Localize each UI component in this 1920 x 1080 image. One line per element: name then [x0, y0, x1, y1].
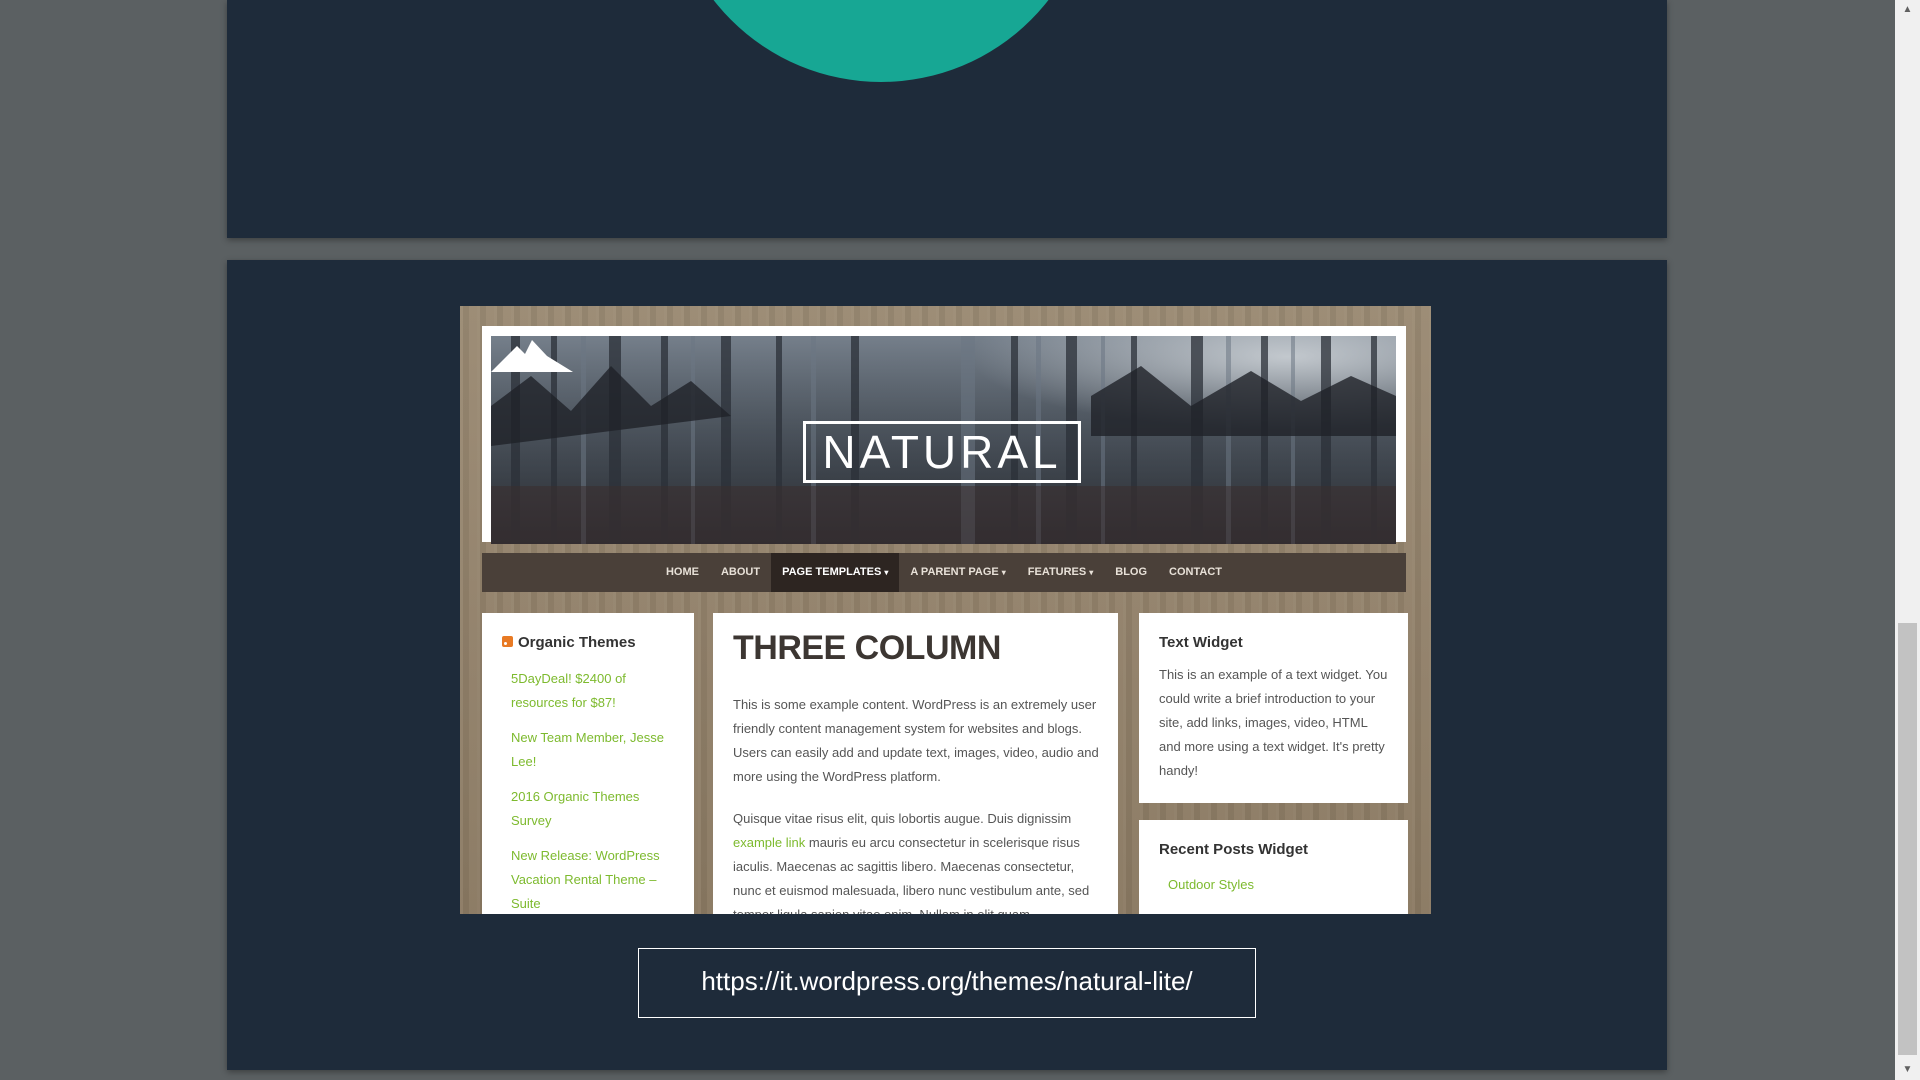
nav-item-a-parent-page[interactable]: A PARENT PAGE ▾: [899, 553, 1016, 592]
nav-item-home[interactable]: HOME: [655, 553, 710, 592]
header-frame: NATURAL: [482, 326, 1406, 544]
content-paragraph: Quisque vitae risus elit, quis lobortis …: [733, 811, 1090, 914]
theme-screenshot: NATURAL HOME ABOUT PAGE TEMPLATES ▾ A PARENT…: [460, 306, 1431, 914]
forest-header-image: NATURAL: [491, 336, 1396, 544]
feed-list: 5DayDeal! $2400 of resources for $87! Ne…: [511, 667, 676, 914]
slide-previous: [227, 0, 1667, 238]
scrollbar-thumb[interactable]: [1898, 623, 1917, 1055]
rss-icon: [502, 636, 513, 647]
slide-current: NATURAL HOME ABOUT PAGE TEMPLATES ▾ A PARENT…: [227, 260, 1667, 1070]
feed-item-link[interactable]: New Release: WordPress Vacation Rental T…: [511, 844, 676, 914]
content-paragraph: This is some example content. WordPress …: [733, 697, 1099, 784]
nav-item-about[interactable]: ABOUT: [710, 553, 771, 592]
recent-post-link[interactable]: Outdoor Styles: [1168, 877, 1254, 892]
feed-item-link[interactable]: 2016 Organic Themes Survey: [511, 785, 676, 833]
page-title: THREE COLUMN: [733, 629, 1001, 667]
main-content: THREE COLUMN This is some example conten…: [713, 613, 1118, 914]
sidebar-left: Organic Themes 5DayDeal! $2400 of resour…: [482, 613, 694, 914]
mountain-logo-icon: [491, 340, 573, 372]
chevron-down-icon: ▾: [1089, 568, 1094, 577]
nav-item-contact[interactable]: CONTACT: [1158, 553, 1233, 592]
vertical-scrollbar[interactable]: ▲ ▼: [1895, 0, 1920, 1080]
url-caption[interactable]: https://it.wordpress.org/themes/natural-…: [638, 948, 1256, 1018]
scroll-down-arrow-icon[interactable]: ▼: [1895, 1060, 1920, 1080]
widget-title-organic-themes: Organic Themes: [518, 634, 636, 651]
feed-item-link[interactable]: 5DayDeal! $2400 of resources for $87!: [511, 667, 676, 715]
text-widget-body: This is an example of a text widget. You…: [1159, 667, 1388, 778]
chevron-down-icon: ▾: [884, 568, 889, 577]
teal-circle-graphic: [669, 0, 1093, 82]
scroll-up-arrow-icon[interactable]: ▲: [1895, 0, 1920, 20]
nav-item-blog[interactable]: BLOG: [1104, 553, 1158, 592]
site-logo: NATURAL: [803, 421, 1081, 483]
nav-item-page-templates[interactable]: PAGE TEMPLATES ▾: [771, 553, 900, 592]
recent-posts-widget: Recent Posts Widget Outdoor Styles: [1139, 820, 1408, 914]
example-link[interactable]: example link: [733, 835, 805, 850]
feed-item-link[interactable]: New Team Member, Jesse Lee!: [511, 726, 676, 774]
widget-title-text: Text Widget: [1159, 634, 1243, 651]
widget-title-recent-posts: Recent Posts Widget: [1159, 841, 1309, 858]
theme-nav-bar: HOME ABOUT PAGE TEMPLATES ▾ A PARENT PAGE ▾ FE…: [482, 553, 1406, 592]
nav-item-features[interactable]: FEATURES ▾: [1017, 553, 1104, 592]
text-widget: Text Widget This is an example of a text…: [1139, 613, 1408, 803]
chevron-down-icon: ▾: [1001, 568, 1006, 577]
